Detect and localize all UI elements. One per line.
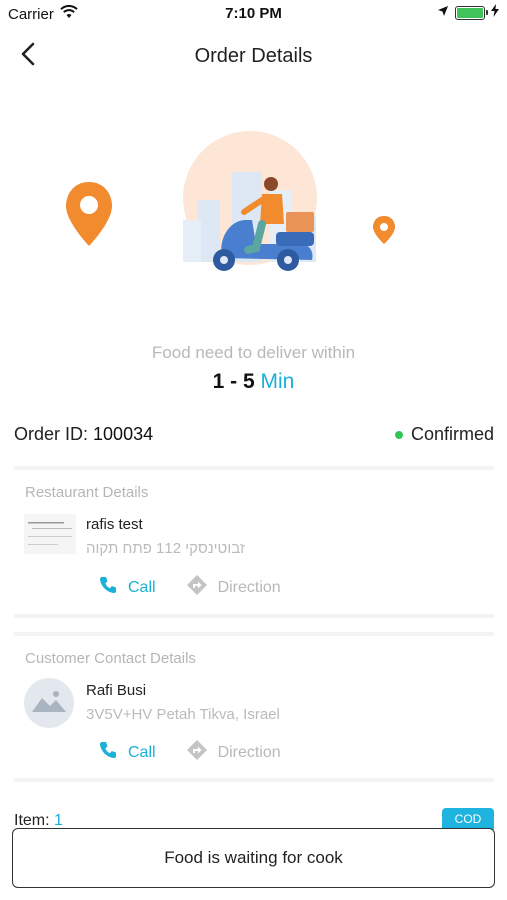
customer-call-button[interactable]: Call xyxy=(98,740,156,765)
item-count-value: 1 xyxy=(54,812,63,829)
avatar xyxy=(24,678,74,728)
restaurant-address: זבוטינסקי 112 פתח תקוה xyxy=(86,540,245,557)
restaurant-call-button[interactable]: Call xyxy=(98,575,156,600)
restaurant-card: Restaurant Details rafis test זבוטינסקי … xyxy=(14,466,494,618)
status-right xyxy=(437,4,499,21)
restaurant-direction-button[interactable]: Direction xyxy=(186,574,281,601)
status-bar: Carrier 7:10 PM xyxy=(0,0,507,28)
customer-actions: Call Direction xyxy=(98,739,311,766)
customer-card: Customer Contact Details Rafi Busi 3V5V+… xyxy=(14,632,494,782)
page-title: Order Details xyxy=(194,45,313,67)
customer-direction-button[interactable]: Direction xyxy=(186,739,281,766)
restaurant-name: rafis test xyxy=(86,516,143,533)
direction-icon xyxy=(186,739,208,766)
phone-icon xyxy=(98,740,118,765)
restaurant-actions: Call Direction xyxy=(98,574,311,601)
status-badge: Confirmed xyxy=(394,424,494,445)
customer-name: Rafi Busi xyxy=(86,682,147,699)
order-id-label: Order ID: xyxy=(14,424,89,444)
customer-section-title: Customer Contact Details xyxy=(25,650,196,667)
delivery-scooter-icon xyxy=(183,131,317,271)
order-status-button[interactable]: Food is waiting for cook xyxy=(12,828,495,888)
restaurant-section-title: Restaurant Details xyxy=(25,484,149,501)
delivery-label: Food need to deliver within xyxy=(151,343,356,362)
map-pin-icon xyxy=(373,216,395,244)
battery-fill xyxy=(457,7,483,18)
location-arrow-icon xyxy=(437,4,449,21)
image-placeholder-icon xyxy=(32,690,66,717)
call-label: Call xyxy=(128,743,156,761)
direction-icon xyxy=(186,574,208,601)
charging-bolt-icon xyxy=(491,4,499,21)
delivery-unit: Min xyxy=(260,370,295,393)
order-id-value: 100034 xyxy=(93,424,154,444)
nav-bar: Order Details xyxy=(0,32,507,80)
phone-icon xyxy=(98,575,118,600)
item-label: Item: xyxy=(14,812,50,829)
delivery-illustration xyxy=(0,120,507,290)
order-row: Order ID: 100034 Confirmed xyxy=(14,424,494,448)
call-label: Call xyxy=(128,578,156,596)
battery-icon xyxy=(455,5,488,20)
direction-label: Direction xyxy=(217,578,281,596)
status-text: Confirmed xyxy=(410,424,494,444)
status-dot-icon xyxy=(394,430,403,439)
restaurant-thumbnail xyxy=(24,514,76,554)
map-pin-icon xyxy=(66,182,112,246)
delivery-time: 1 - 5 Min xyxy=(0,370,507,394)
order-id: Order ID: 100034 xyxy=(14,424,153,445)
direction-label: Direction xyxy=(217,743,281,761)
customer-address: 3V5V+HV Petah Tikva, Israel xyxy=(86,706,280,723)
status-time: 7:10 PM xyxy=(225,5,282,22)
delivery-range: 1 - 5 xyxy=(212,370,255,393)
payment-badge: COD xyxy=(442,808,494,830)
